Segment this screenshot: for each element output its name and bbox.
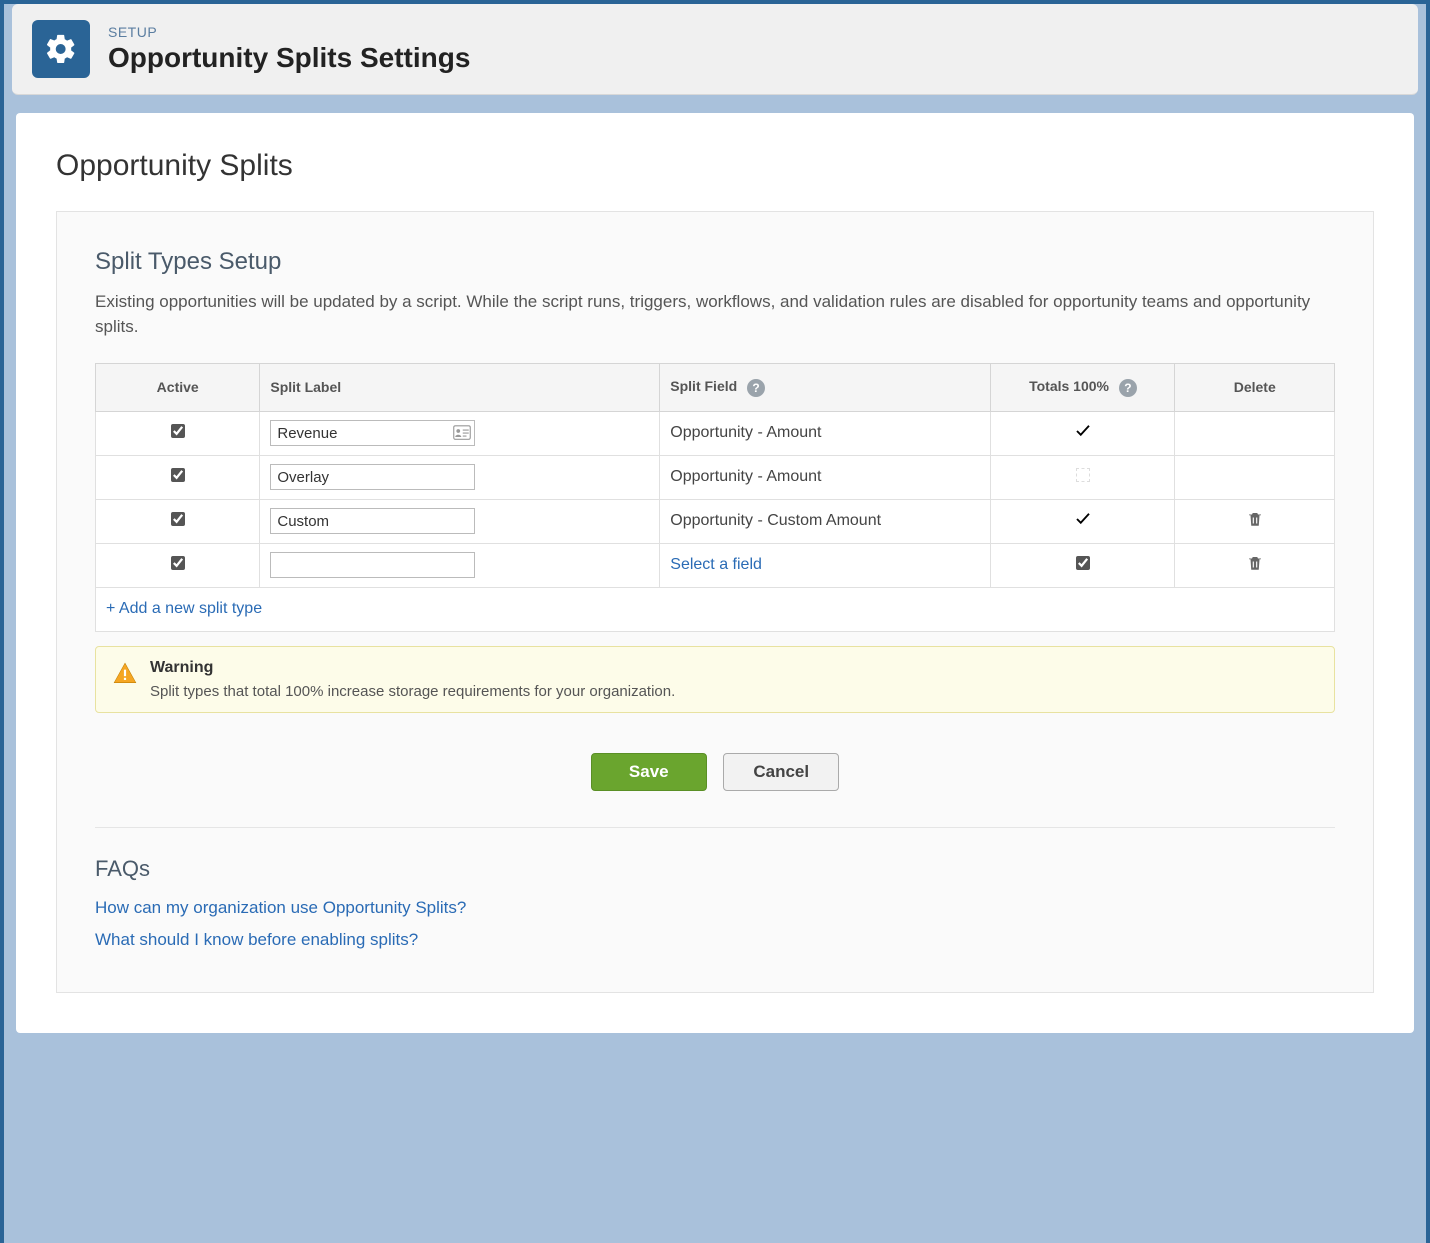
id-badge-icon [453, 425, 471, 441]
table-row: Opportunity - Amount [96, 455, 1335, 499]
page-header-title: Opportunity Splits Settings [108, 42, 470, 74]
header-bar: SETUP Opportunity Splits Settings [12, 4, 1418, 95]
faqs-section: FAQs How can my organization use Opportu… [95, 856, 1335, 950]
active-checkbox[interactable] [171, 556, 185, 570]
help-icon[interactable]: ? [1119, 379, 1137, 397]
faqs-title: FAQs [95, 856, 1335, 882]
breadcrumb: SETUP [108, 24, 470, 40]
gear-icon [32, 20, 90, 78]
active-checkbox[interactable] [171, 468, 185, 482]
add-split-type-link[interactable]: + Add a new split type [106, 600, 262, 617]
checkmark-icon [1074, 427, 1092, 444]
th-totals: Totals 100% ? [991, 364, 1175, 411]
help-icon[interactable]: ? [747, 379, 765, 397]
save-button[interactable]: Save [591, 753, 707, 791]
table-row: Select a field [96, 543, 1335, 587]
warning-message: Split types that total 100% increase sto… [150, 683, 675, 700]
main-panel: Opportunity Splits Split Types Setup Exi… [16, 113, 1414, 1033]
split-types-section: Split Types Setup Existing opportunities… [56, 211, 1374, 993]
checkmark-icon [1074, 515, 1092, 532]
active-checkbox[interactable] [171, 424, 185, 438]
warning-box: Warning Split types that total 100% incr… [95, 646, 1335, 713]
split-label-input[interactable] [270, 552, 475, 578]
trash-icon[interactable] [1246, 516, 1264, 533]
faq-link[interactable]: What should I know before enabling split… [95, 930, 1335, 950]
select-field-link[interactable]: Select a field [670, 556, 762, 573]
split-label-input[interactable] [270, 420, 475, 446]
split-field-value: Opportunity - Custom Amount [670, 512, 881, 529]
totals-checkbox[interactable] [1076, 556, 1090, 570]
section-title: Split Types Setup [95, 248, 1335, 276]
faq-link[interactable]: How can my organization use Opportunity … [95, 898, 1335, 918]
split-field-value: Opportunity - Amount [670, 424, 821, 441]
page-title: Opportunity Splits [56, 149, 1374, 183]
th-label: Split Label [260, 364, 660, 411]
split-label-input[interactable] [270, 508, 475, 534]
warning-icon [112, 661, 138, 687]
split-label-input[interactable] [270, 464, 475, 490]
split-field-value: Opportunity - Amount [670, 468, 821, 485]
trash-icon[interactable] [1246, 560, 1264, 577]
active-checkbox[interactable] [171, 512, 185, 526]
th-active: Active [96, 364, 260, 411]
table-row: Opportunity - Custom Amount [96, 499, 1335, 543]
table-row: Opportunity - Amount [96, 411, 1335, 455]
cancel-button[interactable]: Cancel [723, 753, 839, 791]
warning-title: Warning [150, 659, 675, 677]
split-types-table: Active Split Label Split Field ? Totals … [95, 363, 1335, 631]
section-desc: Existing opportunities will be updated b… [95, 290, 1335, 339]
totals-empty [1076, 468, 1090, 482]
th-field: Split Field ? [660, 364, 991, 411]
th-delete: Delete [1175, 364, 1335, 411]
